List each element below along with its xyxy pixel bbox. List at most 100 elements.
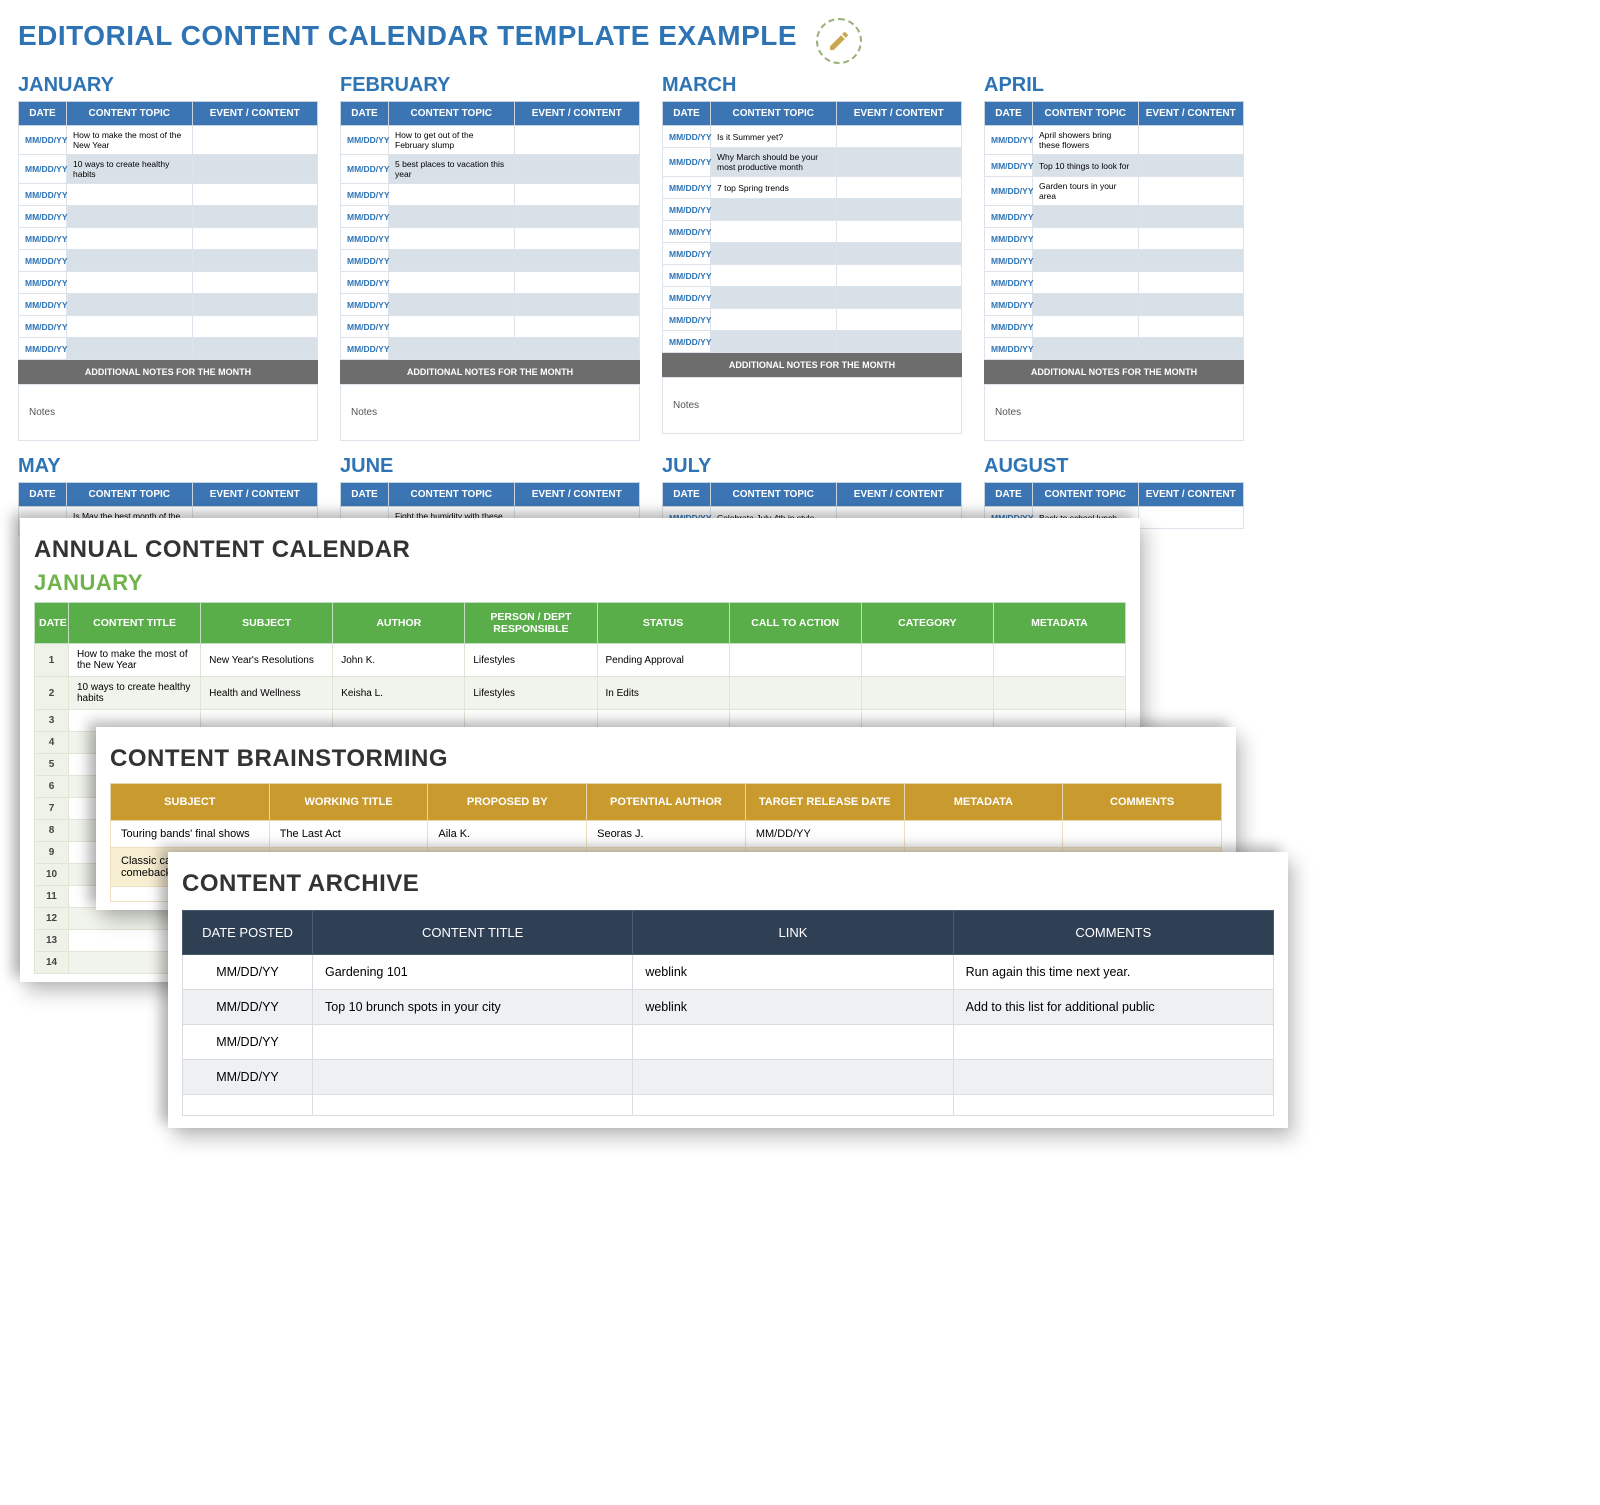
event-cell[interactable] [1138,177,1244,206]
event-cell[interactable] [1138,126,1244,155]
cell[interactable] [633,1060,953,1095]
date-cell[interactable]: MM/DD/YY [663,126,711,148]
event-cell[interactable] [1138,316,1244,338]
table-row[interactable]: MM/DD/YY [663,287,962,309]
cell[interactable]: 10 ways to create healthy habits [69,677,201,710]
topic-cell[interactable] [711,265,837,287]
cell[interactable] [953,1025,1273,1060]
event-cell[interactable] [836,331,962,353]
date-cell[interactable]: MM/DD/YY [341,272,389,294]
date-cell[interactable]: MM/DD/YY [341,338,389,360]
event-cell[interactable] [514,250,640,272]
cell[interactable] [729,677,861,710]
date-cell[interactable]: MM/DD/YY [985,316,1033,338]
cell[interactable]: The Last Act [269,821,428,848]
topic-cell[interactable] [1033,316,1139,338]
topic-cell[interactable]: Garden tours in your area [1033,177,1139,206]
event-cell[interactable] [192,338,318,360]
topic-cell[interactable]: April showers bring these flowers [1033,126,1139,155]
event-cell[interactable] [514,228,640,250]
topic-cell[interactable]: 10 ways to create healthy habits [67,155,193,184]
date-cell[interactable]: MM/DD/YY [19,206,67,228]
topic-cell[interactable] [1033,206,1139,228]
table-row[interactable]: MM/DD/YY [19,184,318,206]
table-row[interactable]: MM/DD/YYGarden tours in your area [985,177,1244,206]
cell[interactable]: 9 [35,842,69,864]
table-row[interactable]: MM/DD/YY [663,199,962,221]
cell[interactable] [953,1060,1273,1095]
table-row[interactable]: MM/DD/YY [985,338,1244,360]
cell[interactable]: Top 10 brunch spots in your city [313,990,633,1025]
table-row[interactable]: MM/DD/YYHow to make the most of the New … [19,126,318,155]
month-table[interactable]: DATECONTENT TOPICEVENT / CONTENTMM/DD/YY… [984,101,1244,360]
table-row[interactable]: MM/DD/YY10 ways to create healthy habits [19,155,318,184]
topic-cell[interactable] [389,228,515,250]
date-cell[interactable]: MM/DD/YY [341,126,389,155]
cell[interactable] [633,1095,953,1116]
topic-cell[interactable] [711,331,837,353]
date-cell[interactable]: MM/DD/YY [341,206,389,228]
topic-cell[interactable]: 7 top Spring trends [711,177,837,199]
cell[interactable]: 3 [35,710,69,732]
cell[interactable] [993,644,1125,677]
cell[interactable]: 6 [35,776,69,798]
date-cell[interactable]: MM/DD/YY [19,126,67,155]
topic-cell[interactable]: How to make the most of the New Year [67,126,193,155]
topic-cell[interactable] [711,287,837,309]
event-cell[interactable] [836,221,962,243]
cell[interactable]: MM/DD/YY [183,955,313,990]
cell[interactable]: How to make the most of the New Year [69,644,201,677]
topic-cell[interactable] [67,228,193,250]
topic-cell[interactable] [389,338,515,360]
cell[interactable]: Pending Approval [597,644,729,677]
table-row[interactable]: MM/DD/YY [985,316,1244,338]
event-cell[interactable] [1138,250,1244,272]
cell[interactable]: 14 [35,952,69,974]
cell[interactable]: Health and Wellness [201,677,333,710]
event-cell[interactable] [192,272,318,294]
cell[interactable] [953,1095,1273,1116]
cell[interactable]: Gardening 101 [313,955,633,990]
table-row[interactable]: MM/DD/YY [19,272,318,294]
topic-cell[interactable] [67,272,193,294]
event-cell[interactable] [836,243,962,265]
date-cell[interactable]: MM/DD/YY [663,265,711,287]
date-cell[interactable]: MM/DD/YY [985,206,1033,228]
date-cell[interactable]: MM/DD/YY [985,155,1033,177]
cell[interactable] [904,821,1063,848]
topic-cell[interactable] [67,184,193,206]
topic-cell[interactable] [1033,338,1139,360]
topic-cell[interactable] [711,199,837,221]
cell[interactable]: 13 [35,930,69,952]
event-cell[interactable] [836,287,962,309]
cell[interactable]: 4 [35,732,69,754]
cell[interactable]: 12 [35,908,69,930]
event-cell[interactable] [514,316,640,338]
cell[interactable] [183,1095,313,1116]
notes-box[interactable]: Notes [662,377,962,434]
notes-box[interactable]: Notes [984,384,1244,441]
date-cell[interactable]: MM/DD/YY [663,243,711,265]
cell[interactable]: Add to this list for additional public [953,990,1273,1025]
date-cell[interactable]: MM/DD/YY [985,250,1033,272]
topic-cell[interactable] [389,250,515,272]
topic-cell[interactable] [67,316,193,338]
table-row[interactable]: MM/DD/YY [341,316,640,338]
month-table[interactable]: DATECONTENT TOPICEVENT / CONTENTMM/DD/YY… [662,101,962,353]
cell[interactable]: 5 [35,754,69,776]
date-cell[interactable]: MM/DD/YY [663,309,711,331]
cell[interactable]: New Year's Resolutions [201,644,333,677]
topic-cell[interactable] [1033,294,1139,316]
cell[interactable]: Lifestyles [465,644,597,677]
table-row[interactable]: MM/DD/YY [663,331,962,353]
date-cell[interactable]: MM/DD/YY [663,148,711,177]
cell[interactable] [313,1025,633,1060]
cell[interactable]: In Edits [597,677,729,710]
table-row[interactable]: MM/DD/YYApril showers bring these flower… [985,126,1244,155]
table-row[interactable]: MM/DD/YYWhy March should be your most pr… [663,148,962,177]
date-cell[interactable]: MM/DD/YY [985,177,1033,206]
cell[interactable]: Aila K. [428,821,587,848]
topic-cell[interactable]: How to get out of the February slump [389,126,515,155]
event-cell[interactable] [1138,338,1244,360]
event-cell[interactable] [1138,507,1244,529]
